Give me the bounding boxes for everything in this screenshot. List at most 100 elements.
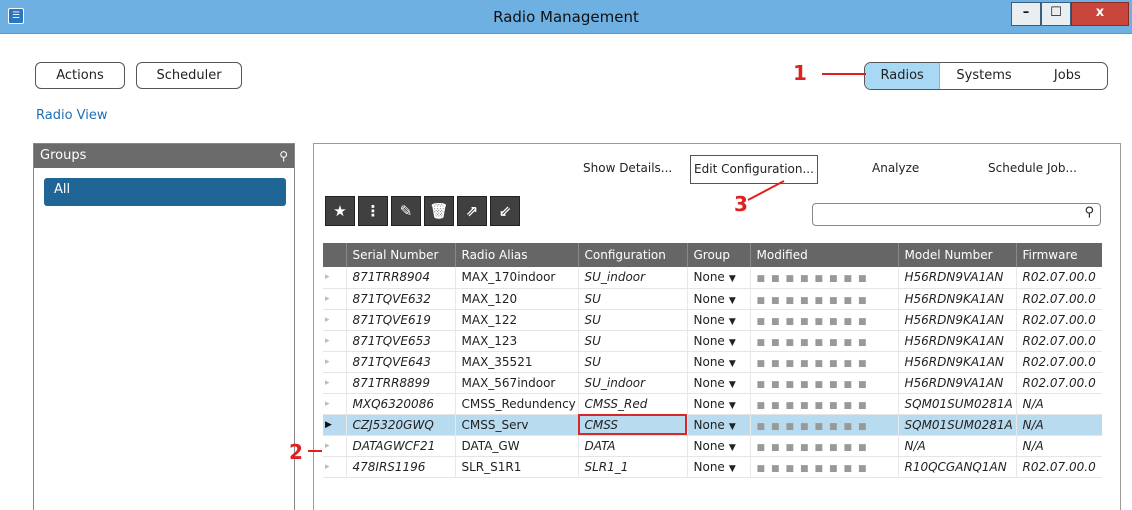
modified-cell[interactable]: ■■■■■■■■ (750, 330, 899, 352)
group-cell[interactable]: None ▼ (687, 372, 751, 394)
radio-alias-cell[interactable]: MAX_120 (455, 288, 579, 310)
chevron-down-icon[interactable]: ▼ (729, 422, 736, 432)
column-header[interactable]: Radio Alias (455, 243, 579, 267)
column-header[interactable]: Firmware (1016, 243, 1102, 267)
group-cell[interactable]: None ▼ (687, 288, 751, 310)
table-row[interactable]: ▸ 871TQVE619 MAX_122 SU None ▼ ■■■■■■■■ H56RDN9… (323, 309, 1102, 331)
table-row[interactable]: ▸ DATAGWCF21 DATA_GW DATA None ▼ ■■■■■■■■ N/A N/… (323, 435, 1102, 457)
column-header[interactable]: Group (687, 243, 751, 267)
column-header[interactable]: Model Number (898, 243, 1017, 267)
close-button[interactable]: x (1071, 2, 1129, 26)
group-cell[interactable]: None ▼ (687, 456, 751, 478)
serial-number-cell[interactable]: 871TQVE619 (346, 309, 456, 331)
table-row[interactable]: ▸ 871TRR8904 MAX_170indoor SU_indoor None ▼ ■■… (323, 267, 1102, 289)
modified-cell[interactable]: ■■■■■■■■ (750, 414, 899, 436)
configuration-cell[interactable]: SU_indoor (578, 267, 688, 289)
firmware-cell[interactable]: R02.07.00.0 (1016, 351, 1102, 373)
configuration-cell[interactable]: DATA (578, 435, 688, 457)
row-indicator[interactable]: ▸ (323, 309, 347, 331)
firmware-cell[interactable]: R02.07.00.0 (1016, 267, 1102, 289)
radio-alias-cell[interactable]: MAX_35521 (455, 351, 579, 373)
serial-number-cell[interactable]: 871TQVE632 (346, 288, 456, 310)
row-indicator[interactable]: ▸ (323, 372, 347, 394)
modified-cell[interactable]: ■■■■■■■■ (750, 372, 899, 394)
modified-cell[interactable]: ■■■■■■■■ (750, 267, 899, 289)
model-number-cell[interactable]: H56RDN9KA1AN (898, 288, 1017, 310)
row-indicator[interactable]: ▸ (323, 330, 347, 352)
modified-cell[interactable]: ■■■■■■■■ (750, 288, 899, 310)
modified-cell[interactable]: ■■■■■■■■ (750, 435, 899, 457)
configuration-cell[interactable]: SU_indoor (578, 372, 688, 394)
group-cell[interactable]: None ▼ (687, 393, 751, 415)
radio-view-link[interactable]: Radio View (36, 108, 108, 123)
row-indicator[interactable]: ▸ (323, 456, 347, 478)
table-row[interactable]: ▸ MXQ6320086 CMSS_Redundency CMSS_Red None ▼ ■… (323, 393, 1102, 415)
delete-icon[interactable]: 🗑 (424, 196, 454, 226)
serial-number-cell[interactable]: CZJ5320GWQ (346, 414, 456, 436)
chevron-down-icon[interactable]: ▼ (729, 274, 736, 284)
edit-icon[interactable]: ✎ (391, 196, 421, 226)
import-icon[interactable]: ⇙ (490, 196, 520, 226)
tab-radios[interactable]: Radios (865, 63, 941, 89)
radio-alias-cell[interactable]: SLR_S1R1 (455, 456, 579, 478)
group-cell[interactable]: None ▼ (687, 330, 751, 352)
configuration-cell[interactable]: SU (578, 288, 688, 310)
model-number-cell[interactable]: SQM01SUM0281A (898, 414, 1017, 436)
group-cell[interactable]: None ▼ (687, 267, 751, 289)
export-icon[interactable]: ⇗ (457, 196, 487, 226)
configuration-cell[interactable]: SU (578, 330, 688, 352)
modified-cell[interactable]: ■■■■■■■■ (750, 309, 899, 331)
firmware-cell[interactable]: R02.07.00.0 (1016, 288, 1102, 310)
minimize-button[interactable]: – (1011, 2, 1041, 26)
group-cell[interactable]: None ▼ (687, 414, 751, 436)
pin-icon[interactable]: ⚲ (279, 144, 288, 168)
group-cell[interactable]: None ▼ (687, 309, 751, 331)
maximize-button[interactable]: ☐ (1041, 2, 1071, 26)
model-number-cell[interactable]: H56RDN9KA1AN (898, 330, 1017, 352)
configuration-cell[interactable]: CMSS (578, 414, 688, 436)
chevron-down-icon[interactable]: ▼ (729, 359, 736, 369)
chevron-down-icon[interactable]: ▼ (729, 464, 736, 474)
search-input[interactable]: ⚲ (812, 203, 1101, 226)
radio-alias-cell[interactable]: CMSS_Redundency (455, 393, 579, 415)
configuration-cell[interactable]: SU (578, 351, 688, 373)
configuration-cell[interactable]: SU (578, 309, 688, 331)
configuration-cell[interactable]: CMSS_Red (578, 393, 688, 415)
radio-alias-cell[interactable]: CMSS_Serv (455, 414, 579, 436)
radio-alias-cell[interactable]: MAX_123 (455, 330, 579, 352)
row-indicator[interactable]: ▸ (323, 267, 347, 289)
serial-number-cell[interactable]: 871TRR8904 (346, 267, 456, 289)
model-number-cell[interactable]: R10QCGANQ1AN (898, 456, 1017, 478)
favorite-icon[interactable]: ★ (325, 196, 355, 226)
serial-number-cell[interactable]: 478IRS1196 (346, 456, 456, 478)
firmware-cell[interactable]: R02.07.00.0 (1016, 372, 1102, 394)
tab-jobs[interactable]: Jobs (1028, 63, 1107, 89)
table-row[interactable]: ▸ 871TQVE643 MAX_35521 SU None ▼ ■■■■■■■■ H56RD… (323, 351, 1102, 373)
chevron-down-icon[interactable]: ▼ (729, 317, 736, 327)
scheduler-button[interactable]: Scheduler (136, 62, 242, 89)
analyze-button[interactable]: Analyze (872, 161, 919, 175)
row-indicator[interactable]: ▸ (323, 435, 347, 457)
show-details-button[interactable]: Show Details... (583, 161, 672, 175)
radio-alias-cell[interactable]: DATA_GW (455, 435, 579, 457)
serial-number-cell[interactable]: DATAGWCF21 (346, 435, 456, 457)
column-header[interactable]: Serial Number (346, 243, 456, 267)
tab-systems[interactable]: Systems (940, 63, 1027, 89)
model-number-cell[interactable]: H56RDN9KA1AN (898, 351, 1017, 373)
row-indicator[interactable]: ▶ (323, 414, 347, 436)
radio-alias-cell[interactable]: MAX_170indoor (455, 267, 579, 289)
modified-cell[interactable]: ■■■■■■■■ (750, 393, 899, 415)
chevron-down-icon[interactable]: ▼ (729, 443, 736, 453)
modified-cell[interactable]: ■■■■■■■■ (750, 351, 899, 373)
serial-number-cell[interactable]: 871TQVE653 (346, 330, 456, 352)
chevron-down-icon[interactable]: ▼ (729, 338, 736, 348)
group-item-all[interactable]: All (44, 178, 286, 206)
group-cell[interactable]: None ▼ (687, 435, 751, 457)
table-row[interactable]: ▶ CZJ5320GWQ CMSS_Serv CMSS None ▼ ■■■■■■■■ SQM… (323, 414, 1102, 436)
chevron-down-icon[interactable]: ▼ (729, 296, 736, 306)
table-row[interactable]: ▸ 871TQVE632 MAX_120 SU None ▼ ■■■■■■■■ H56RDN9… (323, 288, 1102, 310)
row-indicator[interactable]: ▸ (323, 351, 347, 373)
firmware-cell[interactable]: N/A (1016, 393, 1102, 415)
firmware-cell[interactable]: R02.07.00.0 (1016, 456, 1102, 478)
model-number-cell[interactable]: H56RDN9VA1AN (898, 267, 1017, 289)
